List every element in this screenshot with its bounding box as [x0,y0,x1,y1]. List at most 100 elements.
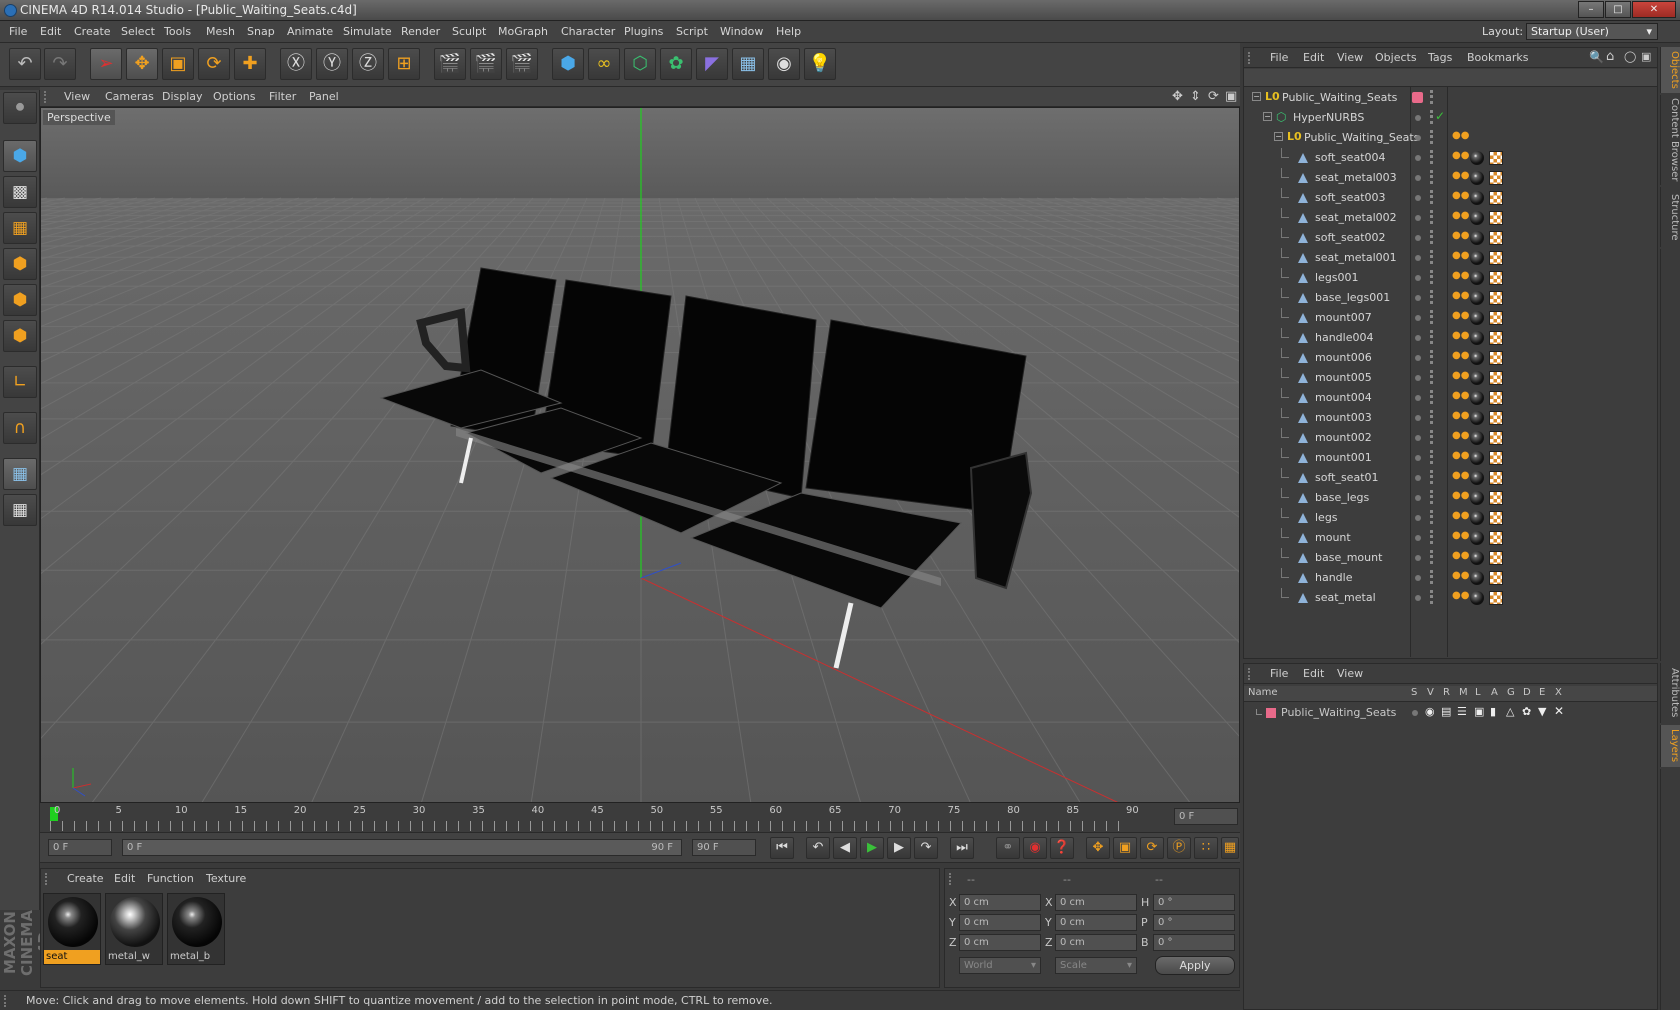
visibility-editor-dot[interactable] [1415,555,1421,561]
manager-icon[interactable]: ☰ [1457,705,1467,718]
material-menu-create[interactable]: Create [67,872,104,885]
visibility-editor-dot[interactable] [1415,575,1421,581]
object-name[interactable]: seat_metal [1315,591,1376,604]
visibility-render-dots[interactable] [1430,570,1433,584]
object-name[interactable]: soft_seat003 [1315,191,1386,204]
visibility-editor-dot[interactable] [1415,135,1421,141]
timeline-window-button[interactable]: ▦ [1221,837,1239,859]
phong-tag-icon[interactable]: ●● [1452,270,1469,281]
frame-range-slider[interactable]: 0 F 90 F [122,839,682,856]
end-frame-field[interactable]: 90 F [692,839,756,856]
material-tag-icon[interactable] [1470,471,1484,485]
object-tree-row[interactable]: − L0 Public_Waiting_Seats ●● [1244,128,1657,148]
generator-icon[interactable]: △ [1506,705,1514,718]
menu-create[interactable]: Create [74,25,111,38]
layer-col-name[interactable]: Name [1248,687,1278,698]
material-tag-icon[interactable] [1470,151,1484,165]
phong-tag-icon[interactable]: ●● [1452,130,1469,141]
texture-tag-icon[interactable] [1489,231,1503,245]
texture-tag-icon[interactable] [1489,291,1503,305]
texture-mode-button[interactable]: ▩ [3,176,37,208]
menu-animate[interactable]: Animate [287,25,333,38]
phong-tag-icon[interactable]: ●● [1452,150,1469,161]
object-name[interactable]: mount004 [1315,391,1372,404]
texture-tag-icon[interactable] [1489,311,1503,325]
object-name[interactable]: soft_seat002 [1315,231,1386,244]
render-view-button[interactable]: 🎬 [434,48,466,80]
parameter-key-button[interactable]: Ⓟ [1167,837,1191,859]
material-metal-b[interactable]: metal_b [167,893,225,965]
visibility-editor-dot[interactable] [1415,495,1421,501]
visibility-render-dots[interactable] [1430,190,1433,204]
visibility-render-dots[interactable] [1430,450,1433,464]
object-tree-row[interactable]: base_legs001 ●● [1244,288,1657,308]
material-menu-texture[interactable]: Texture [206,872,246,885]
current-frame-field[interactable]: 0 F [1174,808,1238,825]
visibility-editor-dot[interactable] [1415,335,1421,341]
menu-plugins[interactable]: Plugins [624,25,663,38]
close-button[interactable]: ✕ [1632,1,1676,18]
tab-attributes[interactable]: Attributes [1660,663,1680,723]
model-mode-button[interactable]: ⬢ [3,140,37,172]
visibility-editor-dot[interactable] [1415,475,1421,481]
object-tree-row[interactable]: seat_metal001 ●● [1244,248,1657,268]
coordinate-mode-select[interactable]: World ▾ [959,957,1041,974]
tab-content-browser[interactable]: Content Browser [1660,95,1680,185]
keyframe-selection-button[interactable]: ❓ [1050,837,1074,859]
previous-key-button[interactable]: ↶ [806,837,830,859]
layer-menu-view[interactable]: View [1337,667,1363,680]
visibility-render-dots[interactable] [1430,110,1433,124]
viewport-menu-cameras[interactable]: Cameras [105,90,154,103]
visibility-editor-dot[interactable] [1415,255,1421,261]
size-x-field[interactable]: 0 cm [1055,894,1137,911]
tab-objects[interactable]: Objects [1660,47,1680,93]
scale-key-button[interactable]: ▣ [1113,837,1137,859]
apply-button[interactable]: Apply [1155,956,1235,975]
visibility-editor-dot[interactable] [1415,115,1421,121]
material-tag-icon[interactable] [1470,351,1484,365]
menu-help[interactable]: Help [776,25,801,38]
texture-tag-icon[interactable] [1489,531,1503,545]
object-name[interactable]: soft_seat004 [1315,151,1386,164]
object-name[interactable]: mount003 [1315,411,1372,424]
y-axis-lock-button[interactable]: Ⓨ [316,48,348,80]
phong-tag-icon[interactable]: ●● [1452,550,1469,561]
object-tree-row[interactable]: mount ●● [1244,528,1657,548]
object-name[interactable]: soft_seat01 [1315,471,1379,484]
object-menu-tags[interactable]: Tags [1428,51,1452,64]
visibility-editor-dot[interactable] [1415,515,1421,521]
next-frame-button[interactable]: ▶ [887,837,911,859]
material-seat[interactable]: seat [43,893,101,965]
texture-tag-icon[interactable] [1489,511,1503,525]
phong-tag-icon[interactable]: ●● [1452,410,1469,421]
texture-tag-icon[interactable] [1489,211,1503,225]
menu-tools[interactable]: Tools [164,25,191,38]
previous-frame-button[interactable]: ◀ [833,837,857,859]
checkmark-icon[interactable]: ✓ [1435,109,1445,123]
texture-tag-icon[interactable] [1489,551,1503,565]
cube-primitive-button[interactable]: ⬢ [552,48,584,80]
texture-tag-icon[interactable] [1489,391,1503,405]
visibility-render-dots[interactable] [1430,130,1433,144]
edges-mode-button[interactable]: ⬢ [3,284,37,316]
material-tag-icon[interactable] [1470,491,1484,505]
object-tree-row[interactable]: base_mount ●● [1244,548,1657,568]
rot-b-field[interactable]: 0 ° [1153,934,1235,951]
maximize-button[interactable]: □ [1605,1,1631,18]
texture-tag-icon[interactable] [1489,471,1503,485]
collapse-toggle[interactable]: − [1252,92,1261,101]
axis-mode-button[interactable]: ∟ [3,366,37,398]
eye-icon[interactable]: ◉ [1425,705,1435,718]
position-key-button[interactable]: ✥ [1086,837,1110,859]
texture-tag-icon[interactable] [1489,191,1503,205]
spline-button[interactable]: ∞ [588,48,620,80]
visibility-render-dots[interactable] [1430,350,1433,364]
pan-view-icon[interactable]: ✥ [1172,89,1183,104]
visibility-render-dots[interactable] [1430,210,1433,224]
layer-name[interactable]: Public_Waiting_Seats [1281,706,1396,719]
material-tag-icon[interactable] [1470,311,1484,325]
viewport-menu-panel[interactable]: Panel [309,90,339,103]
material-tag-icon[interactable] [1470,171,1484,185]
toggle-view-icon[interactable]: ▣ [1225,89,1237,104]
visibility-editor-dot[interactable] [1415,595,1421,601]
